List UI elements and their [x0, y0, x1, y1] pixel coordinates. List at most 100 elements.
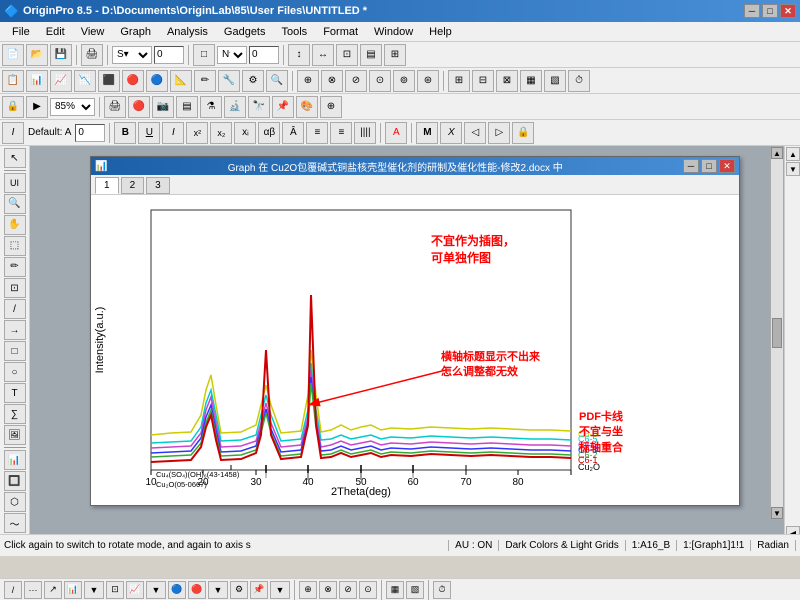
tb2-2[interactable]: 📊: [26, 70, 48, 92]
bottom-btn-16[interactable]: ⊗: [319, 581, 337, 599]
formula-tool[interactable]: ∑: [4, 404, 26, 424]
ticks-btn[interactable]: ||||: [354, 122, 376, 144]
content-area[interactable]: 📊 Graph 在 Cu2O包覆碱式铜盐核壳型催化剂的研制及催化性能-修改2.d…: [30, 146, 784, 556]
menu-help[interactable]: Help: [421, 24, 460, 40]
bottom-btn-10[interactable]: 🔴: [188, 581, 206, 599]
tb2-15[interactable]: ⊘: [345, 70, 367, 92]
color-btn[interactable]: A: [385, 122, 407, 144]
open-button[interactable]: 📂: [26, 44, 48, 66]
tb3-3[interactable]: 🖨: [104, 96, 126, 118]
superscript-btn[interactable]: x²: [186, 122, 208, 144]
scroll-up-btn[interactable]: ▲: [771, 147, 783, 159]
bottom-btn-18[interactable]: ⊙: [359, 581, 377, 599]
tb2-8[interactable]: 📐: [170, 70, 192, 92]
bold-btn[interactable]: B: [114, 122, 136, 144]
format-lock[interactable]: 🔒: [512, 122, 534, 144]
menu-view[interactable]: View: [73, 24, 113, 40]
format-x[interactable]: X: [440, 122, 462, 144]
maximize-button[interactable]: □: [762, 4, 778, 18]
zoom-in-tool[interactable]: 🔍: [4, 194, 26, 214]
tb2-5[interactable]: ⬛: [98, 70, 120, 92]
arrow-draw-tool[interactable]: →: [4, 320, 26, 340]
tb2-10[interactable]: 🔧: [218, 70, 240, 92]
subscript-btn[interactable]: x₂: [210, 122, 232, 144]
graph-controls[interactable]: ─ □ ✕: [683, 159, 735, 173]
tb2-16[interactable]: ⊙: [369, 70, 391, 92]
bottom-btn-11[interactable]: ▼: [208, 581, 228, 599]
font-size-input[interactable]: [75, 124, 105, 142]
bottom-btn-5[interactable]: ▼: [84, 581, 104, 599]
bottom-btn-8[interactable]: ▼: [146, 581, 166, 599]
tb2-19[interactable]: ⊞: [448, 70, 470, 92]
scroll-thumb[interactable]: [772, 318, 782, 348]
line-style-select[interactable]: S▾: [112, 46, 152, 64]
menu-file[interactable]: File: [4, 24, 38, 40]
graph-min-btn[interactable]: ─: [683, 159, 699, 173]
bottom-btn-4[interactable]: 📊: [64, 581, 82, 599]
vertical-scrollbar[interactable]: ▲ ▼: [770, 146, 784, 520]
bottom-btn-9[interactable]: 🔵: [168, 581, 186, 599]
tb3-7[interactable]: ⚗: [200, 96, 222, 118]
line-tool[interactable]: /: [4, 299, 26, 319]
pan-tool[interactable]: ✋: [4, 215, 26, 235]
menu-gadgets[interactable]: Gadgets: [216, 24, 274, 40]
tool-e[interactable]: ⊞: [384, 44, 406, 66]
bottom-btn-19[interactable]: ▦: [386, 581, 404, 599]
tool-c[interactable]: ⊡: [336, 44, 358, 66]
fill-select[interactable]: N▾: [217, 46, 247, 64]
graph-tab-3[interactable]: 3: [146, 177, 170, 194]
tb3-5[interactable]: 📷: [152, 96, 174, 118]
bottom-btn-15[interactable]: ⊕: [299, 581, 317, 599]
text-tool[interactable]: UI: [4, 173, 26, 193]
draw-tool[interactable]: ✏: [4, 257, 26, 277]
data-tool[interactable]: 📊: [4, 450, 26, 470]
tb2-12[interactable]: 🔍: [266, 70, 288, 92]
tb2-21[interactable]: ⊠: [496, 70, 518, 92]
save-button[interactable]: 💾: [50, 44, 72, 66]
format-right[interactable]: ▷: [488, 122, 510, 144]
menu-analysis[interactable]: Analysis: [159, 24, 216, 40]
menu-tools[interactable]: Tools: [274, 24, 316, 40]
tb2-6[interactable]: 🔴: [122, 70, 144, 92]
ellipse-tool[interactable]: ○: [4, 362, 26, 382]
format-m[interactable]: M: [416, 122, 438, 144]
scroll-down-btn[interactable]: ▼: [771, 507, 783, 519]
graph-tab-2[interactable]: 2: [121, 177, 145, 194]
rect-tool[interactable]: □: [4, 341, 26, 361]
menu-window[interactable]: Window: [366, 24, 421, 40]
tool-d[interactable]: ▤: [360, 44, 382, 66]
bottom-btn-6[interactable]: ⊡: [106, 581, 124, 599]
tb3-6[interactable]: ▤: [176, 96, 198, 118]
zoom-select[interactable]: 85%: [50, 98, 95, 116]
bottom-btn-17[interactable]: ⊘: [339, 581, 357, 599]
tb2-1[interactable]: 📋: [2, 70, 24, 92]
bottom-btn-20[interactable]: ▧: [406, 581, 424, 599]
tb2-9[interactable]: ✏: [194, 70, 216, 92]
bottom-btn-12[interactable]: ⚙: [230, 581, 248, 599]
tb3-12[interactable]: ⊕: [320, 96, 342, 118]
tb2-7[interactable]: 🔵: [146, 70, 168, 92]
align-left-btn[interactable]: ≡: [306, 122, 328, 144]
print-button[interactable]: 🖨: [81, 44, 103, 66]
right-btn-2[interactable]: ▼: [786, 162, 800, 176]
tb2-22[interactable]: ▦: [520, 70, 542, 92]
tb2-3[interactable]: 📈: [50, 70, 72, 92]
alpha-btn[interactable]: αβ: [258, 122, 280, 144]
rect-button[interactable]: □: [193, 44, 215, 66]
tb3-9[interactable]: 🔭: [248, 96, 270, 118]
mask-tool[interactable]: 🔲: [4, 471, 26, 491]
menu-edit[interactable]: Edit: [38, 24, 73, 40]
value-input-2[interactable]: [249, 46, 279, 64]
tb2-18[interactable]: ⊛: [417, 70, 439, 92]
bottom-btn-14[interactable]: ▼: [270, 581, 290, 599]
close-button[interactable]: ✕: [780, 4, 796, 18]
graph-close-btn[interactable]: ✕: [719, 159, 735, 173]
underline-btn[interactable]: U: [138, 122, 160, 144]
graph-tab-1[interactable]: 1: [95, 177, 119, 194]
image-tool[interactable]: 🖼: [4, 425, 26, 445]
format-left[interactable]: ◁: [464, 122, 486, 144]
tool-b[interactable]: ↔: [312, 44, 334, 66]
polygon-tool[interactable]: ⬡: [4, 492, 26, 512]
tb2-14[interactable]: ⊗: [321, 70, 343, 92]
tb3-10[interactable]: 📌: [272, 96, 294, 118]
